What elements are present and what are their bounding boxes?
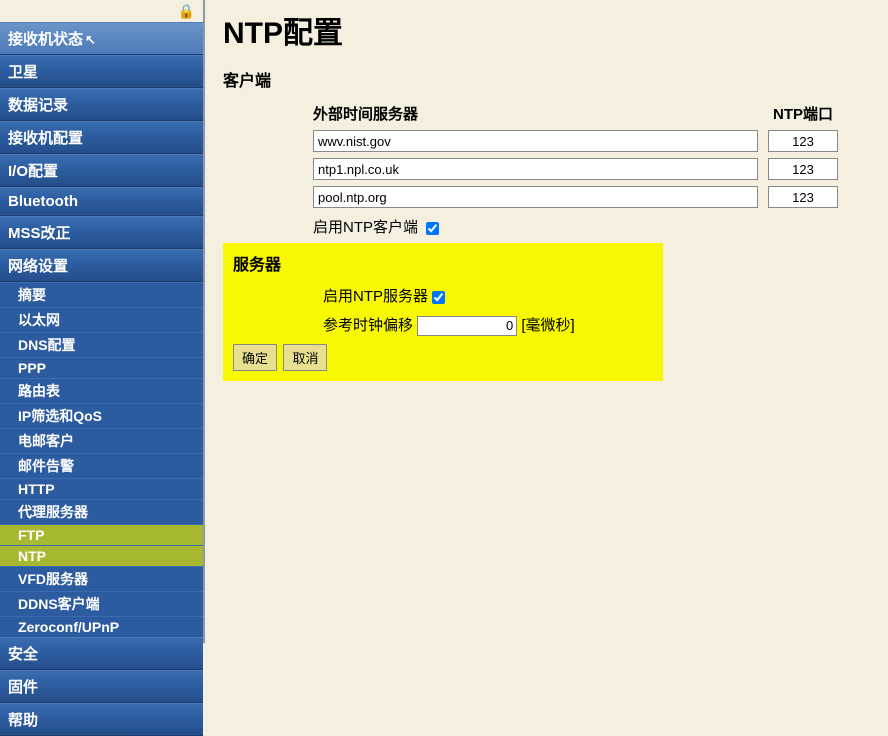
sub-item[interactable]: Zeroconf/UPnP [0, 616, 203, 637]
page-title: NTP配置 [223, 8, 870, 52]
nav-item[interactable]: 安全 [0, 637, 203, 670]
offset-row: 参考时钟偏移 [毫微秒] [323, 314, 653, 336]
sub-item[interactable]: 路由表 [0, 378, 203, 403]
nav-item[interactable]: 数据记录 [0, 88, 203, 121]
server-port-input[interactable] [768, 186, 838, 208]
nav-item[interactable]: 网络设置 [0, 249, 203, 282]
sub-item[interactable]: PPP [0, 357, 203, 378]
nav-item[interactable]: 卫星 [0, 55, 203, 88]
sub-item[interactable]: 代理服务器 [0, 499, 203, 524]
sub-item[interactable]: HTTP [0, 478, 203, 499]
server-host-input[interactable] [313, 158, 758, 180]
nav-item[interactable]: MSS改正 [0, 216, 203, 249]
sidebar: 🔒 接收机状态↖卫星数据记录接收机配置I/O配置BluetoothMSS改正网络… [0, 0, 205, 643]
enable-server-row: 启用NTP服务器 [323, 285, 653, 306]
button-row: 确定 取消 [233, 344, 653, 371]
sub-item[interactable]: 以太网 [0, 307, 203, 332]
nav-item[interactable]: 接收机配置 [0, 121, 203, 154]
server-row [313, 130, 870, 152]
sub-items: 摘要以太网DNS配置PPP路由表IP筛选和QoS电邮客户邮件告警HTTP代理服务… [0, 282, 203, 637]
client-form: 外部时间服务器 NTP端口 [313, 103, 870, 208]
main-content: NTP配置 客户端 外部时间服务器 NTP端口 启用NTP客户端 服务器 启用N… [205, 0, 888, 643]
cancel-button[interactable]: 取消 [283, 344, 327, 371]
enable-client-label: 启用NTP客户端 [313, 219, 418, 236]
sub-item[interactable]: FTP [0, 524, 203, 545]
column-headers: 外部时间服务器 NTP端口 [313, 103, 870, 124]
header-server: 外部时间服务器 [313, 103, 763, 124]
server-row [313, 186, 870, 208]
sub-item[interactable]: 电邮客户 [0, 428, 203, 453]
server-row [313, 158, 870, 180]
sub-item[interactable]: 摘要 [0, 282, 203, 307]
offset-label: 参考时钟偏移 [323, 317, 413, 334]
ok-button[interactable]: 确定 [233, 344, 277, 371]
enable-client-checkbox[interactable] [426, 222, 439, 235]
server-host-input[interactable] [313, 130, 758, 152]
enable-client-row: 启用NTP客户端 [313, 216, 870, 237]
sub-item[interactable]: VFD服务器 [0, 566, 203, 591]
sub-item[interactable]: 邮件告警 [0, 453, 203, 478]
offset-input[interactable] [417, 316, 517, 336]
lock-icon-area: 🔒 [0, 0, 203, 22]
server-port-input[interactable] [768, 130, 838, 152]
nav-item[interactable]: 固件 [0, 670, 203, 703]
sub-item[interactable]: IP筛选和QoS [0, 403, 203, 428]
sub-item[interactable]: NTP [0, 545, 203, 566]
client-section-label: 客户端 [223, 67, 870, 91]
server-section-label: 服务器 [233, 251, 653, 275]
enable-server-checkbox[interactable] [432, 291, 445, 304]
header-port: NTP端口 [763, 103, 843, 124]
server-panel: 服务器 启用NTP服务器 参考时钟偏移 [毫微秒] 确定 取消 [223, 243, 663, 381]
cursor-icon: ↖ [85, 32, 96, 48]
lock-icon: 🔒 [178, 3, 195, 19]
nav-item[interactable]: 接收机状态↖ [0, 22, 203, 55]
server-port-input[interactable] [768, 158, 838, 180]
enable-server-label: 启用NTP服务器 [323, 288, 428, 305]
server-host-input[interactable] [313, 186, 758, 208]
nav-item[interactable]: I/O配置 [0, 154, 203, 187]
sub-item[interactable]: DNS配置 [0, 332, 203, 357]
nav-item[interactable]: Bluetooth [0, 187, 203, 216]
sub-item[interactable]: DDNS客户端 [0, 591, 203, 616]
offset-unit: [毫微秒] [521, 317, 574, 334]
nav-item[interactable]: 帮助 [0, 703, 203, 736]
